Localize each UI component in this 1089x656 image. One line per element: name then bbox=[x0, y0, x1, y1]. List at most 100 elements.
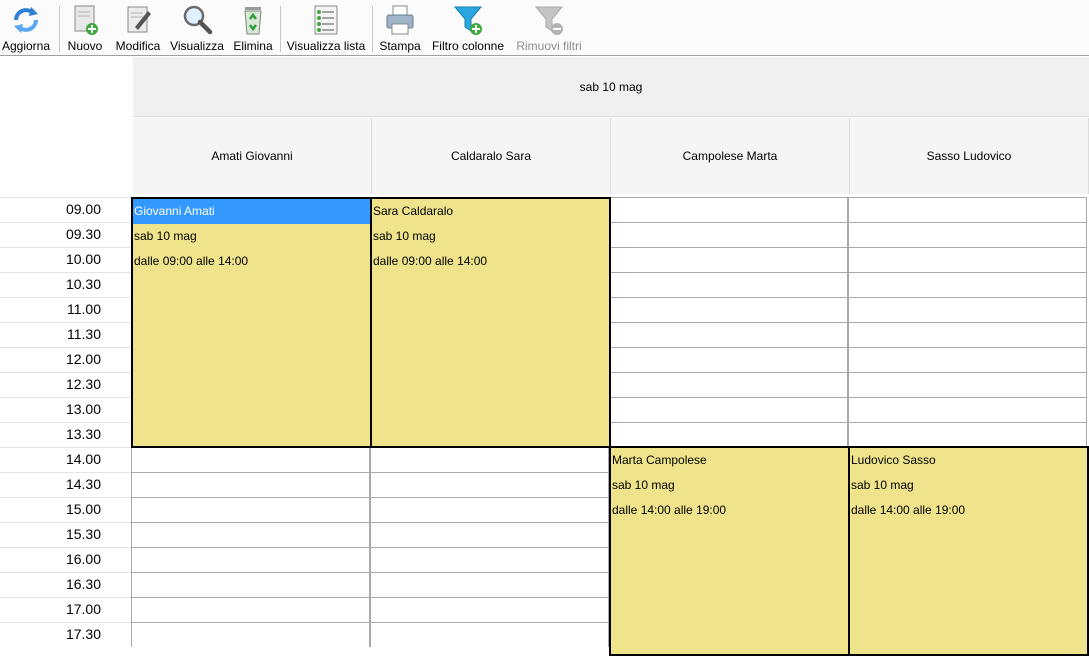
time-slot[interactable] bbox=[848, 372, 1087, 397]
time-slot[interactable] bbox=[609, 397, 848, 422]
column-filter-button[interactable]: Filtro colonne bbox=[429, 3, 507, 53]
column-filter-label: Filtro colonne bbox=[431, 39, 505, 53]
appointment[interactable]: Marta Campolese sab 10 mag dalle 14:00 a… bbox=[609, 446, 850, 656]
time-slot[interactable] bbox=[370, 447, 609, 472]
print-button[interactable]: Stampa bbox=[378, 3, 422, 53]
new-document-icon bbox=[74, 5, 98, 35]
edit-button[interactable]: Modifica bbox=[113, 3, 163, 53]
remove-filters-label: Rimuovi filtri bbox=[516, 39, 582, 53]
new-button[interactable]: Nuovo bbox=[66, 3, 104, 53]
time-slot[interactable] bbox=[609, 297, 848, 322]
appointment-date: sab 10 mag bbox=[134, 229, 197, 243]
time-label: 14.00 bbox=[0, 447, 131, 472]
time-slot[interactable] bbox=[609, 247, 848, 272]
time-label: 12.00 bbox=[0, 347, 131, 372]
refresh-label: Aggiorna bbox=[1, 39, 51, 53]
time-slot[interactable] bbox=[370, 622, 609, 647]
resource-header[interactable]: Amati Giovanni bbox=[133, 118, 372, 194]
appointment-title: Ludovico Sasso bbox=[851, 453, 936, 467]
time-slot[interactable] bbox=[370, 497, 609, 522]
time-label: 15.30 bbox=[0, 522, 131, 547]
time-slot[interactable] bbox=[609, 222, 848, 247]
time-slot[interactable] bbox=[848, 422, 1087, 447]
time-slot[interactable] bbox=[370, 472, 609, 497]
time-slot[interactable] bbox=[609, 322, 848, 347]
list-view-button[interactable]: Visualizza lista bbox=[287, 3, 365, 53]
resource-header[interactable]: Caldaralo Sara bbox=[372, 118, 611, 194]
toolbar-separator bbox=[372, 6, 373, 52]
time-slot[interactable] bbox=[848, 322, 1087, 347]
time-label: 15.00 bbox=[0, 497, 131, 522]
time-slot[interactable] bbox=[609, 422, 848, 447]
time-slot[interactable] bbox=[370, 522, 609, 547]
resource-header-label: Campolese Marta bbox=[682, 149, 778, 163]
appointment-title: Sara Caldaralo bbox=[373, 204, 454, 218]
appointment-time-range: dalle 14:00 alle 19:00 bbox=[612, 503, 727, 517]
appointment-time-range: dalle 14:00 alle 19:00 bbox=[851, 503, 966, 517]
appointment-time-range: dalle 09:00 alle 14:00 bbox=[134, 254, 249, 268]
time-slot[interactable] bbox=[131, 547, 370, 572]
new-label: Nuovo bbox=[67, 39, 103, 53]
time-label: 17.00 bbox=[0, 597, 131, 622]
time-slot[interactable] bbox=[131, 447, 370, 472]
time-slot[interactable] bbox=[848, 397, 1087, 422]
appointment-date: sab 10 mag bbox=[373, 229, 436, 243]
appointment[interactable]: Sara Caldaralo sab 10 mag dalle 09:00 al… bbox=[370, 197, 611, 448]
time-label: 17.30 bbox=[0, 622, 131, 647]
view-label: Visualizza bbox=[170, 39, 224, 53]
resource-header[interactable]: Sasso Ludovico bbox=[850, 118, 1089, 194]
time-slot[interactable] bbox=[609, 272, 848, 297]
refresh-button[interactable]: Aggiorna bbox=[2, 3, 50, 53]
appointment[interactable]: Ludovico Sasso sab 10 mag dalle 14:00 al… bbox=[848, 446, 1089, 656]
time-slot[interactable] bbox=[370, 547, 609, 572]
time-slot[interactable] bbox=[131, 597, 370, 622]
time-slot[interactable] bbox=[848, 247, 1087, 272]
time-label: 16.30 bbox=[0, 572, 131, 597]
delete-button[interactable]: Elimina bbox=[232, 3, 274, 53]
time-slot[interactable] bbox=[370, 597, 609, 622]
filter-add-icon bbox=[453, 6, 483, 35]
edit-label: Modifica bbox=[115, 39, 161, 53]
time-label: 09.30 bbox=[0, 222, 131, 247]
list-view-label: Visualizza lista bbox=[286, 39, 366, 53]
time-slot[interactable] bbox=[370, 572, 609, 597]
list-icon bbox=[314, 5, 338, 35]
time-slot[interactable] bbox=[848, 197, 1087, 222]
time-slot[interactable] bbox=[131, 622, 370, 647]
time-slot[interactable] bbox=[131, 572, 370, 597]
appointment-title: Giovanni Amati bbox=[133, 199, 370, 224]
appointment-time-range: dalle 09:00 alle 14:00 bbox=[373, 254, 488, 268]
time-label: 09.00 bbox=[0, 197, 131, 222]
time-slot[interactable] bbox=[609, 347, 848, 372]
time-slot[interactable] bbox=[848, 272, 1087, 297]
time-column: 09.00 09.30 10.00 10.30 11.00 11.30 12.00 12.30… bbox=[0, 197, 131, 649]
date-header: sab 10 mag bbox=[133, 57, 1089, 117]
resource-header-label: Sasso Ludovico bbox=[926, 149, 1012, 163]
time-label: 14.30 bbox=[0, 472, 131, 497]
time-slot[interactable] bbox=[848, 297, 1087, 322]
resource-header-label: Caldaralo Sara bbox=[450, 149, 532, 163]
appointment[interactable]: Giovanni Amati sab 10 mag dalle 09:00 al… bbox=[131, 197, 372, 448]
view-button[interactable]: Visualizza bbox=[170, 3, 224, 53]
appointment-date: sab 10 mag bbox=[851, 478, 914, 492]
time-slot[interactable] bbox=[848, 347, 1087, 372]
time-slot[interactable] bbox=[131, 522, 370, 547]
time-slot[interactable] bbox=[131, 497, 370, 522]
time-label: 10.30 bbox=[0, 272, 131, 297]
resource-header[interactable]: Campolese Marta bbox=[611, 118, 850, 194]
time-slot[interactable] bbox=[131, 472, 370, 497]
time-slot[interactable] bbox=[609, 372, 848, 397]
time-label: 16.00 bbox=[0, 547, 131, 572]
time-label: 13.00 bbox=[0, 397, 131, 422]
time-slot[interactable] bbox=[609, 197, 848, 222]
time-label: 13.30 bbox=[0, 422, 131, 447]
appointment-title: Marta Campolese bbox=[612, 453, 707, 467]
time-label: 10.00 bbox=[0, 247, 131, 272]
remove-filters-button[interactable]: Rimuovi filtri bbox=[513, 3, 585, 53]
time-label: 11.00 bbox=[0, 297, 131, 322]
time-slot[interactable] bbox=[848, 222, 1087, 247]
time-label: 11.30 bbox=[0, 322, 131, 347]
resource-header-label: Amati Giovanni bbox=[211, 149, 293, 163]
scheduler: sab 10 mag Amati Giovanni Caldaralo Sara… bbox=[0, 57, 1089, 656]
recycle-bin-icon bbox=[244, 7, 262, 35]
